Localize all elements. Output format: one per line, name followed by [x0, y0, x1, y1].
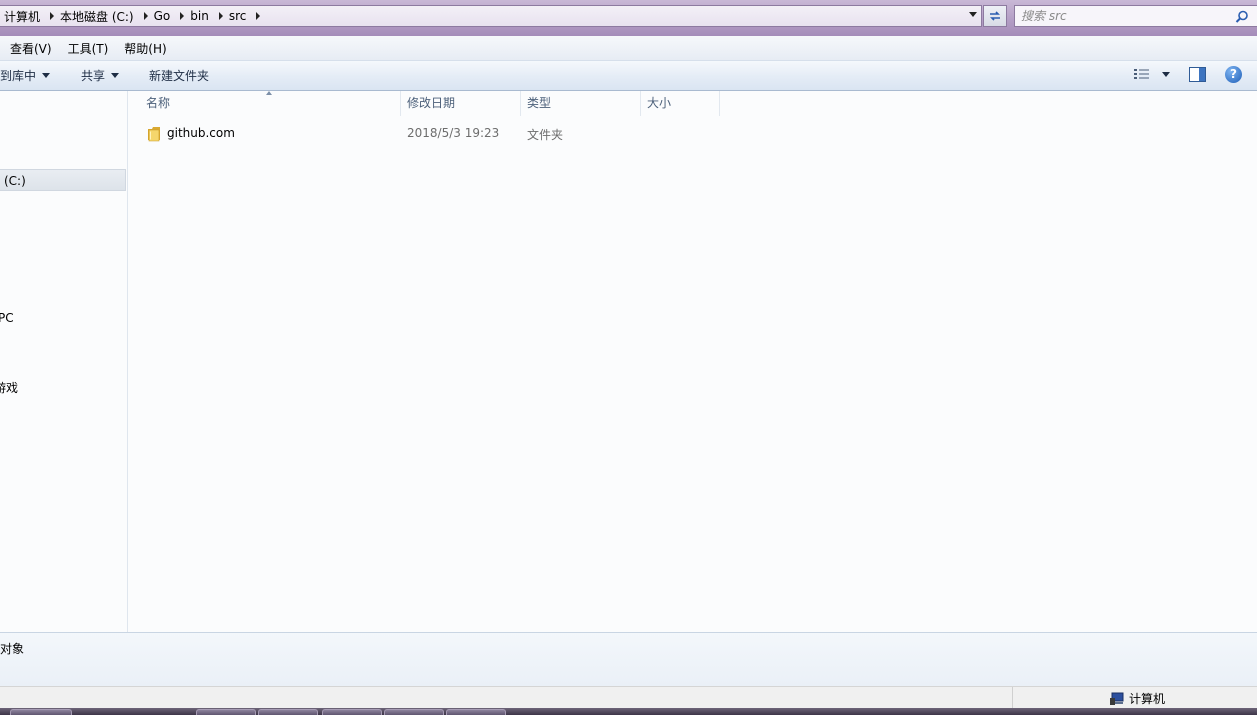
computer-icon [1110, 692, 1124, 705]
menu-help[interactable]: 帮助(H) [116, 40, 174, 57]
chevron-down-icon [111, 73, 120, 78]
column-header-size[interactable]: 大小 [640, 91, 720, 116]
nav-item-pc[interactable]: PC [0, 311, 14, 325]
taskbar [0, 708, 1257, 715]
search-icon[interactable] [1235, 10, 1249, 24]
include-in-library-button[interactable]: 到库中 [0, 67, 51, 84]
chevron-right-icon[interactable] [180, 12, 185, 20]
taskbar-button[interactable] [196, 709, 256, 715]
new-folder-button[interactable]: 新建文件夹 [149, 67, 209, 84]
file-name: github.com [167, 126, 235, 140]
column-header-name[interactable]: 名称 [140, 91, 400, 116]
folder-icon [148, 127, 160, 142]
search-input[interactable] [1021, 8, 1221, 24]
address-row: 计算机 本地磁盘 (C:) Go bin src [0, 0, 1257, 36]
taskbar-button[interactable] [446, 709, 506, 715]
views-icon [1134, 69, 1149, 79]
address-bar[interactable]: 计算机 本地磁盘 (C:) Go bin src [0, 5, 982, 27]
chevron-right-icon[interactable] [50, 12, 55, 20]
status-divider [1012, 687, 1013, 709]
breadcrumb-label: 本地磁盘 (C:) [60, 9, 134, 24]
nav-item-games[interactable]: 游戏 [0, 379, 18, 396]
menu-view[interactable]: 查看(V) [0, 40, 60, 57]
include-in-library-label: 到库中 [0, 69, 37, 83]
command-toolbar: 到库中 共享 新建文件夹 ? [0, 61, 1257, 91]
chevron-down-icon[interactable] [1162, 71, 1170, 77]
breadcrumb-label: 计算机 [4, 9, 41, 24]
taskbar-button[interactable] [258, 709, 318, 715]
nav-item-local-disk[interactable]: (C:) [0, 169, 126, 191]
file-modified: 2018/5/3 19:23 [407, 126, 500, 140]
address-dropdown-icon[interactable] [969, 12, 977, 17]
column-header-type[interactable]: 类型 [520, 91, 640, 116]
menu-tools[interactable]: 工具(T) [60, 40, 117, 57]
change-view-button[interactable] [1134, 68, 1170, 80]
breadcrumb-bin[interactable]: bin [190, 6, 229, 26]
help-icon[interactable]: ? [1225, 66, 1242, 83]
breadcrumb-src[interactable]: src [229, 6, 267, 26]
item-count-text: 对象 [0, 642, 25, 656]
status-location: 计算机 [1109, 690, 1165, 707]
menu-bar: 查看(V) 工具(T) 帮助(H) [0, 36, 1257, 61]
preview-pane-icon [1189, 67, 1206, 82]
chevron-right-icon[interactable] [256, 12, 261, 20]
search-box[interactable] [1014, 5, 1257, 27]
breadcrumb-label: bin [190, 9, 209, 23]
file-list: 名称 修改日期 类型 大小 github.com 2018/5/3 19:23 … [128, 91, 1257, 632]
refresh-icon [990, 11, 1000, 21]
taskbar-button[interactable] [322, 709, 382, 715]
breadcrumb-label: Go [153, 9, 171, 23]
navigation-pane: (C:) PC 游戏 [0, 91, 128, 632]
breadcrumb-computer[interactable]: 计算机 [0, 6, 60, 26]
breadcrumb-label: src [228, 9, 247, 23]
status-location-label: 计算机 [1129, 692, 1166, 706]
taskbar-button[interactable] [10, 709, 72, 715]
status-bar: 计算机 [0, 686, 1257, 709]
file-row[interactable]: github.com 2018/5/3 19:23 文件夹 [128, 124, 728, 144]
share-button[interactable]: 共享 [81, 67, 120, 84]
breadcrumb-go[interactable]: Go [154, 6, 191, 26]
breadcrumb-local-disk[interactable]: 本地磁盘 (C:) [60, 6, 154, 26]
details-pane: 对象 [0, 632, 1257, 687]
chevron-right-icon[interactable] [218, 12, 223, 20]
column-header-modified[interactable]: 修改日期 [400, 91, 520, 116]
chevron-right-icon[interactable] [143, 12, 148, 20]
chevron-down-icon [42, 73, 51, 78]
preview-pane-button[interactable] [1189, 67, 1206, 85]
refresh-button[interactable] [983, 5, 1007, 27]
share-label: 共享 [81, 69, 106, 83]
new-folder-label: 新建文件夹 [149, 69, 210, 83]
file-type: 文件夹 [527, 128, 564, 142]
taskbar-button[interactable] [384, 709, 444, 715]
